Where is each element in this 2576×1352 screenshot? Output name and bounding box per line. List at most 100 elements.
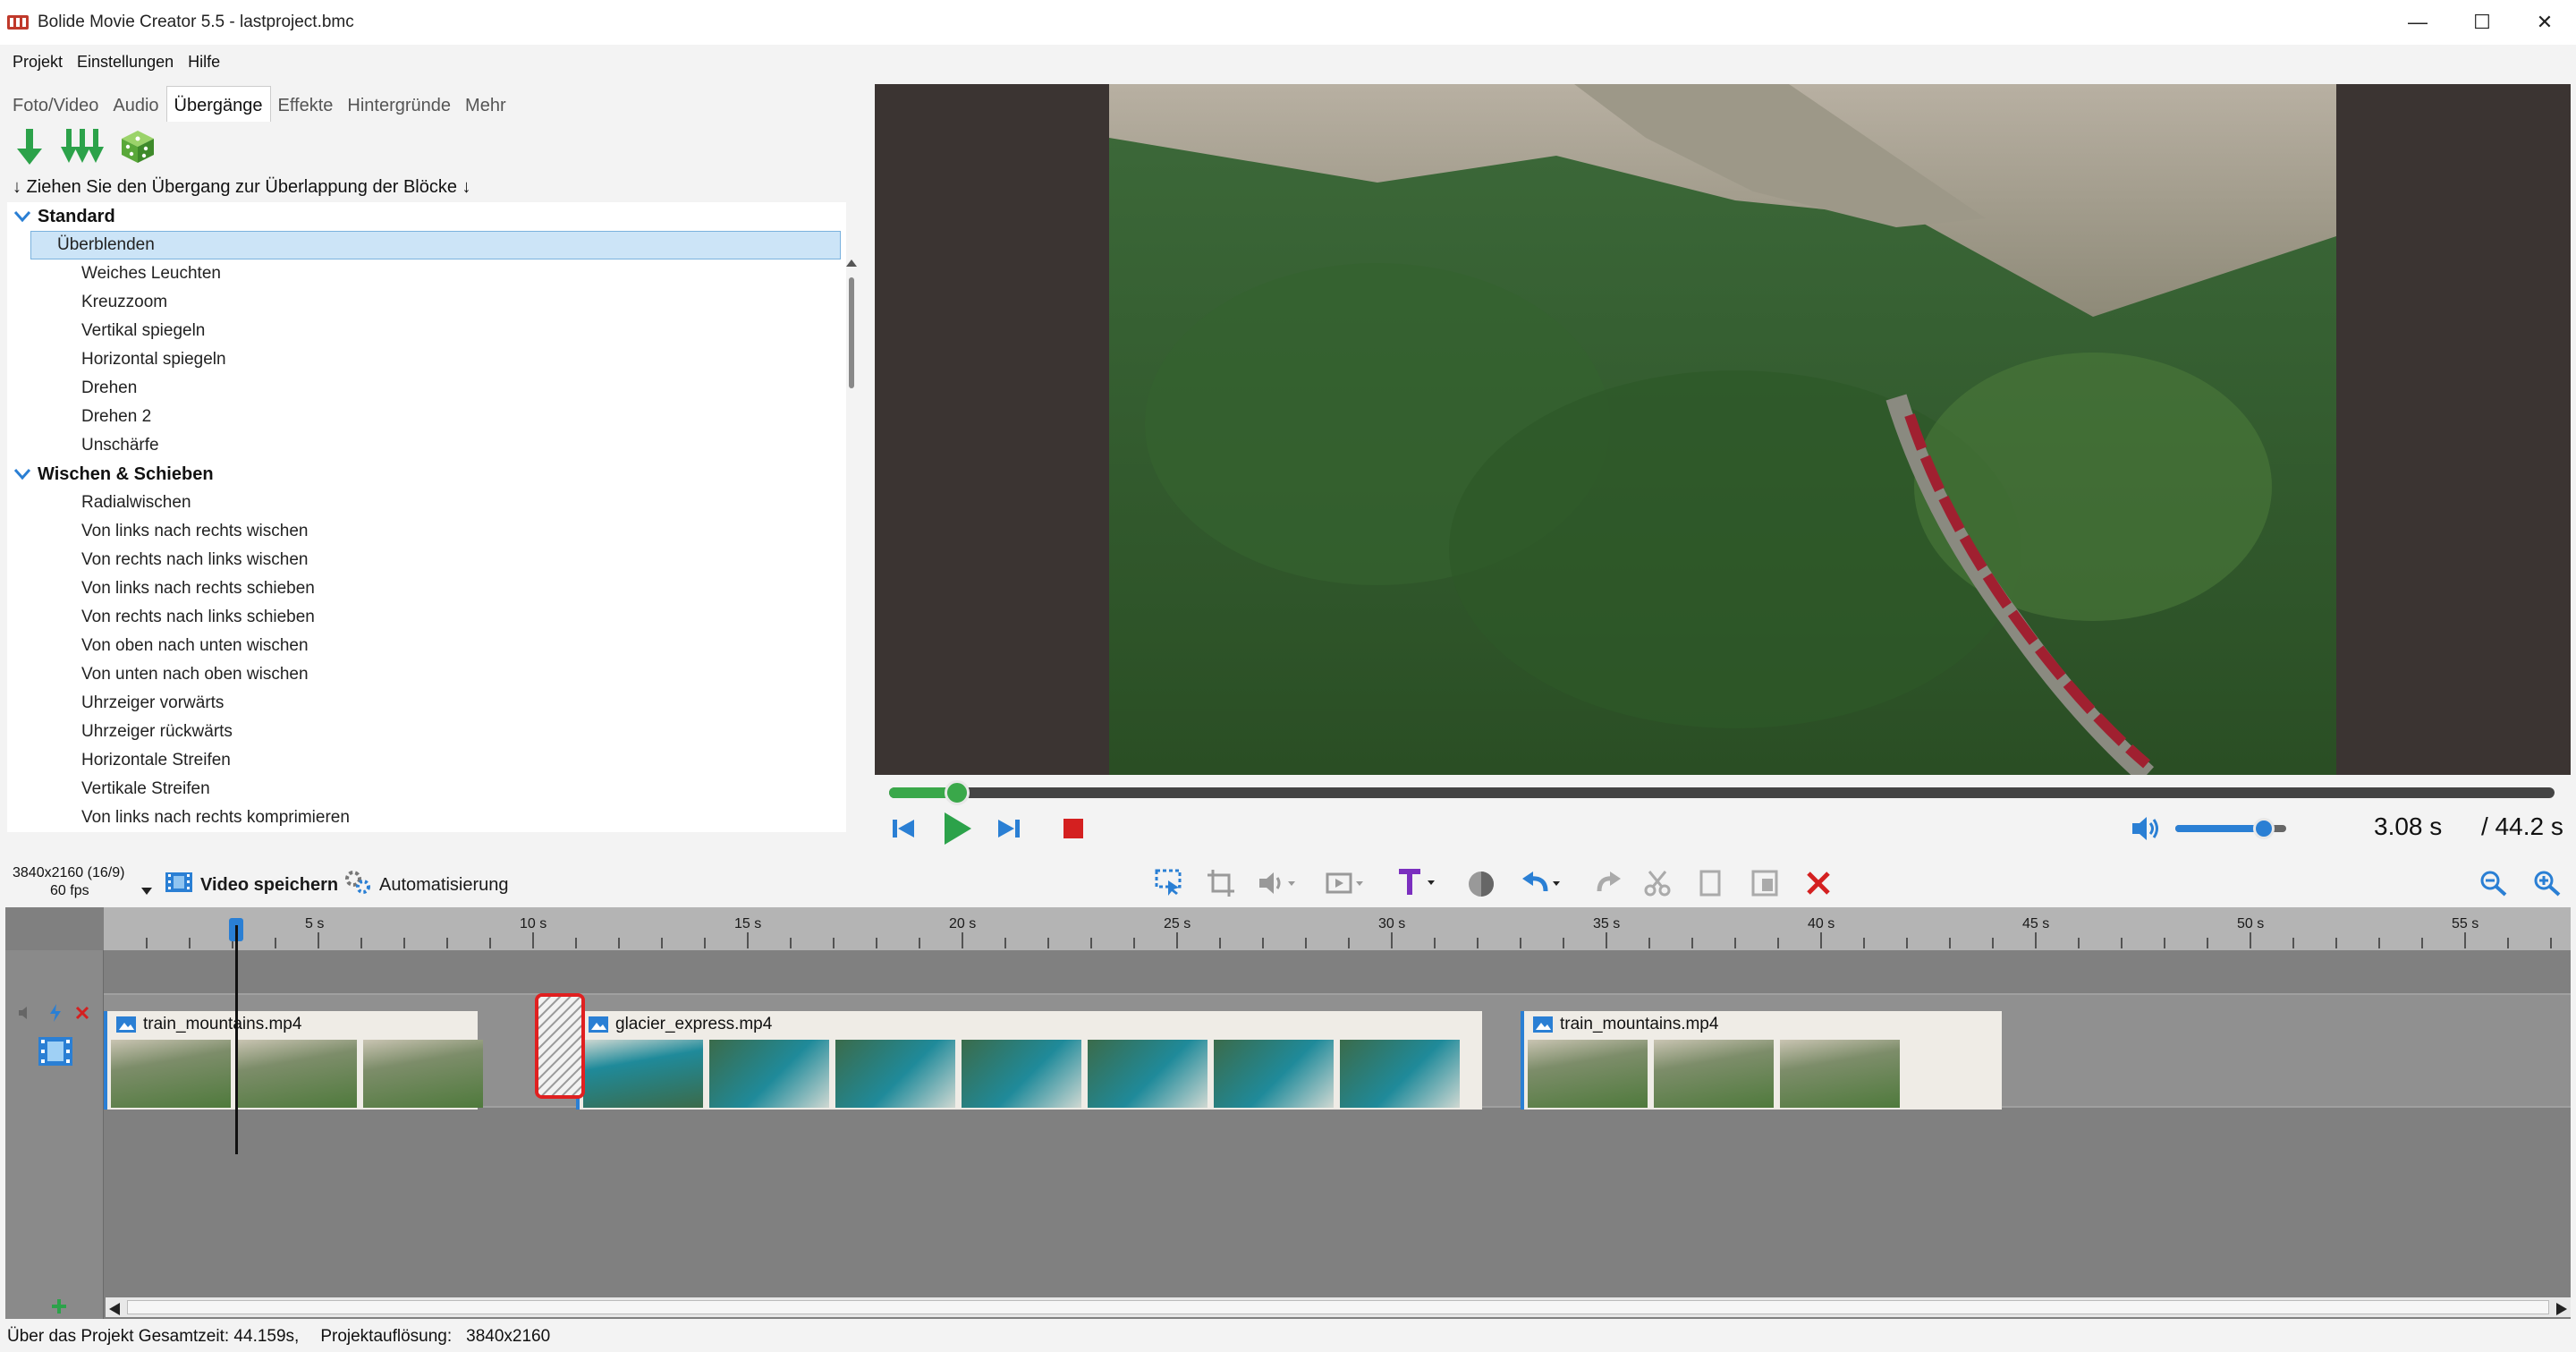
list-item[interactable]: Kreuzzoom	[30, 288, 841, 317]
group-standard[interactable]: Standard	[7, 202, 846, 231]
list-item[interactable]: Von rechts nach links schieben	[30, 603, 841, 632]
list-item[interactable]: Uhrzeiger rückwärts	[30, 718, 841, 746]
redo-icon[interactable]	[1594, 870, 1623, 902]
tab-uebergaenge[interactable]: Übergänge	[165, 86, 271, 122]
tab-audio[interactable]: Audio	[106, 89, 165, 122]
timeline-scrollbar[interactable]	[106, 1297, 2571, 1317]
zoom-in-icon[interactable]	[2533, 870, 2562, 902]
clip-thumbnail	[111, 1040, 231, 1108]
save-video-button[interactable]: Video speichern	[165, 870, 338, 900]
mute-icon[interactable]	[1258, 870, 1297, 902]
video-file-icon	[116, 1016, 136, 1033]
zoom-out-icon[interactable]	[2479, 870, 2508, 902]
playhead	[234, 925, 238, 1154]
delete-icon[interactable]	[1805, 870, 1832, 902]
list-item[interactable]: Weiches Leuchten	[30, 259, 841, 288]
video-clip[interactable]: glacier_express.mp4	[576, 1011, 1482, 1110]
crop-icon[interactable]	[1208, 870, 1234, 902]
group-wischen-schieben[interactable]: Wischen & Schieben	[7, 460, 846, 489]
undo-icon[interactable]	[1519, 870, 1562, 902]
clip-name: train_mountains.mp4	[1560, 1015, 1719, 1033]
output-settings[interactable]: 3840x2160 (16/9) 60 fps	[13, 864, 124, 900]
clip-thumbnail	[962, 1040, 1081, 1108]
volume-slider[interactable]	[2175, 818, 2286, 839]
previous-frame-icon[interactable]	[889, 814, 918, 848]
slideshow-icon[interactable]	[1326, 870, 1365, 902]
scroll-left-icon[interactable]	[109, 1301, 120, 1321]
list-item[interactable]: Uhrzeiger vorwärts	[30, 689, 841, 718]
scroll-right-icon[interactable]	[2556, 1301, 2567, 1321]
add-track-icon[interactable]	[50, 1297, 68, 1321]
volume-icon[interactable]	[2131, 814, 2161, 848]
maximize-button[interactable]: ☐	[2451, 0, 2513, 45]
tab-mehr[interactable]: Mehr	[458, 89, 513, 122]
close-icon: ✕	[2536, 11, 2554, 33]
list-item[interactable]: Vertikale Streifen	[30, 775, 841, 804]
volume-knob[interactable]	[2253, 818, 2275, 839]
play-icon[interactable]	[941, 811, 973, 852]
menu-einstellungen[interactable]: Einstellungen	[77, 53, 174, 72]
progress-knob[interactable]	[945, 780, 970, 805]
list-item[interactable]: Von links nach rechts wischen	[30, 517, 841, 546]
video-track-icon	[38, 1036, 73, 1072]
chevron-down-icon[interactable]	[141, 880, 152, 900]
transition-block[interactable]	[535, 993, 585, 1099]
track-header	[5, 950, 104, 1319]
cut-icon[interactable]	[1644, 870, 1671, 902]
group-label: Wischen & Schieben	[38, 463, 214, 484]
list-item[interactable]: Drehen	[30, 374, 841, 403]
list-item[interactable]: Von rechts nach links wischen	[30, 546, 841, 574]
minimize-icon: —	[2408, 11, 2428, 33]
tab-foto-video[interactable]: Foto/Video	[5, 89, 106, 122]
tab-hintergruende[interactable]: Hintergründe	[340, 89, 458, 122]
add-transition-icon[interactable]	[14, 127, 45, 172]
stop-icon[interactable]	[1063, 818, 1084, 845]
timeline[interactable]: 5 s 10 s 15 s 20 s 25 s 30 s 35 s 40 s 4…	[5, 907, 2571, 1319]
list-item[interactable]: Unschärfe	[30, 431, 841, 460]
playback-progress-bar[interactable]	[889, 780, 2555, 805]
list-item[interactable]: Von links nach rechts komprimieren	[30, 804, 841, 832]
menu-projekt[interactable]: Projekt	[13, 53, 63, 72]
ruler-label: 20 s	[949, 916, 977, 931]
list-item[interactable]: Von oben nach unten wischen	[30, 632, 841, 660]
remove-track-icon[interactable]	[75, 1006, 89, 1025]
add-all-transitions-icon[interactable]	[61, 127, 104, 172]
list-item[interactable]: Drehen 2	[30, 403, 841, 431]
list-item[interactable]: Von unten nach oben wischen	[30, 660, 841, 689]
list-item[interactable]: Horizontal spiegeln	[30, 345, 841, 374]
minimize-button[interactable]: —	[2386, 0, 2449, 45]
text-icon[interactable]	[1397, 868, 1436, 902]
timeline-scroll-thumb[interactable]	[127, 1300, 2549, 1314]
ruler-label: 5 s	[305, 916, 325, 931]
next-frame-icon[interactable]	[995, 814, 1023, 848]
close-button[interactable]: ✕	[2513, 0, 2576, 45]
lightning-icon[interactable]	[48, 1004, 63, 1027]
list-vertical-scrollbar[interactable]	[844, 251, 859, 900]
video-clip[interactable]: train_mountains.mp4	[1521, 1011, 2002, 1110]
paste-icon[interactable]	[1751, 870, 1778, 902]
clip-thumbnail	[709, 1040, 829, 1108]
list-item[interactable]: Horizontale Streifen	[30, 746, 841, 775]
tab-effekte[interactable]: Effekte	[271, 89, 341, 122]
film-save-icon	[165, 870, 193, 900]
random-transition-icon[interactable]	[120, 129, 156, 170]
video-track[interactable]: train_mountains.mp4 glacier_express.mp4 …	[104, 993, 2571, 1110]
list-item[interactable]: Von links nach rechts schieben	[30, 574, 841, 603]
color-filter-icon[interactable]	[1467, 870, 1496, 904]
copy-icon[interactable]	[1698, 870, 1723, 902]
video-clip[interactable]: train_mountains.mp4	[104, 1011, 483, 1110]
list-item[interactable]: Radialwischen	[30, 489, 841, 517]
list-item[interactable]: Überblenden	[30, 231, 841, 259]
list-item[interactable]: Vertikal spiegeln	[30, 317, 841, 345]
timeline-ruler[interactable]: 5 s 10 s 15 s 20 s 25 s 30 s 35 s 40 s 4…	[104, 907, 2571, 950]
select-area-icon[interactable]	[1154, 868, 1184, 902]
clip-thumbnail	[363, 1040, 483, 1108]
chevron-down-icon	[13, 207, 32, 226]
menu-hilfe[interactable]: Hilfe	[188, 53, 220, 72]
app-logo-icon	[7, 13, 29, 31]
clip-name: glacier_express.mp4	[615, 1015, 773, 1033]
speaker-small-icon[interactable]	[18, 1006, 32, 1025]
video-preview[interactable]	[875, 84, 2571, 775]
automation-button[interactable]: Automatisierung	[343, 870, 509, 900]
drag-hint: ↓ Ziehen Sie den Übergang zur Überlappun…	[13, 177, 471, 197]
